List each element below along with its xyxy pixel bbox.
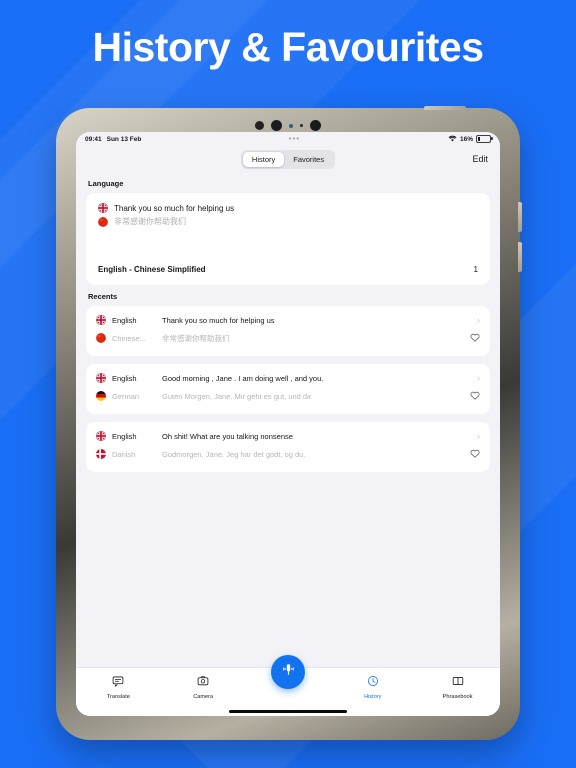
- navigation-bar: History Favorites Edit: [76, 146, 500, 172]
- battery-percent: 16%: [459, 135, 473, 143]
- recent-target-line: Chinese... 非常感谢你帮助我们: [86, 327, 490, 349]
- heart-outline-icon[interactable]: [470, 329, 480, 347]
- volume-down-button[interactable]: [518, 242, 522, 272]
- microphone-fab-button[interactable]: [271, 655, 305, 689]
- language-target-text: 非常感谢你帮助我们: [114, 217, 186, 226]
- microphone-icon: [280, 661, 297, 683]
- tab-history[interactable]: History: [343, 674, 403, 700]
- language-preview: Thank you so much for helping us 非常感谢你帮助…: [86, 193, 490, 256]
- volume-up-button[interactable]: [518, 202, 522, 232]
- flag-uk-icon: [98, 203, 108, 213]
- chat-translate-icon: [112, 674, 124, 692]
- language-target-line: 非常感谢你帮助我们: [98, 216, 478, 227]
- status-bar-right: 16%: [448, 134, 493, 144]
- language-pair-label: English - Chinese Simplified: [98, 265, 206, 274]
- recent-target-lang: German: [112, 391, 140, 401]
- wifi-icon: [448, 135, 457, 144]
- recent-source-line: English Oh shit! What are you talking no…: [86, 429, 490, 443]
- recent-target-lang: Danish: [112, 449, 136, 459]
- sensor-icon: [255, 121, 264, 130]
- status-time: 09:41: [85, 135, 102, 143]
- flag-uk-icon: [96, 373, 106, 383]
- recent-target-line: German Guten Morgen, Jane. Mir geht es g…: [86, 385, 490, 407]
- recent-source-lang: English: [112, 373, 137, 383]
- chevron-right-icon[interactable]: ›: [477, 373, 480, 383]
- segment-history[interactable]: History: [242, 151, 285, 167]
- battery-low-icon: [476, 134, 493, 144]
- sensor-dot-icon: [300, 124, 303, 127]
- tab-camera[interactable]: Camera: [173, 674, 233, 700]
- flag-uk-icon: [96, 315, 106, 325]
- home-indicator[interactable]: [229, 710, 347, 713]
- recent-source-text: Thank you so much for helping us: [162, 315, 275, 325]
- recent-source-lang: English: [112, 431, 137, 441]
- recent-target-text: Godmorgen, Jane. Jeg har det godt, og du…: [162, 449, 306, 459]
- list-item[interactable]: English Thank you so much for helping us…: [86, 306, 490, 356]
- tablet-device-frame: 09:41 Sun 13 Feb ••• 16% History Favorit…: [56, 106, 522, 740]
- camera-icon: [197, 674, 209, 692]
- flag-germany-icon: [96, 391, 106, 401]
- heart-outline-icon[interactable]: [470, 387, 480, 405]
- chevron-right-icon[interactable]: ›: [477, 315, 480, 325]
- recent-target-text: 非常感谢你帮助我们: [162, 333, 230, 343]
- content-scroll-area[interactable]: Language Thank you so much for helping u…: [76, 172, 500, 668]
- language-source-line: Thank you so much for helping us: [98, 203, 478, 213]
- list-item[interactable]: English Good morning , Jane . I am doing…: [86, 364, 490, 414]
- status-bar-left: 09:41 Sun 13 Feb: [85, 136, 141, 143]
- tab-label: Phrasebook: [442, 694, 473, 700]
- language-pair-row[interactable]: English - Chinese Simplified 1: [86, 256, 490, 285]
- segment-favorites[interactable]: Favorites: [284, 152, 333, 167]
- list-item[interactable]: English Oh shit! What are you talking no…: [86, 422, 490, 472]
- recent-source-line: English Good morning , Jane . I am doing…: [86, 371, 490, 385]
- recent-target-lang: Chinese...: [112, 333, 146, 343]
- language-pair-count: 1: [473, 265, 478, 274]
- recent-target-text: Guten Morgen, Jane. Mir geht es gut, und…: [162, 391, 313, 401]
- language-card[interactable]: Thank you so much for helping us 非常感谢你帮助…: [86, 193, 490, 285]
- flag-china-icon: [96, 333, 106, 343]
- flag-uk-icon: [96, 431, 106, 441]
- depth-camera-icon: [310, 120, 321, 131]
- tab-phrasebook[interactable]: Phrasebook: [428, 674, 488, 700]
- chevron-right-icon[interactable]: ›: [477, 431, 480, 441]
- tab-label: Camera: [193, 694, 214, 700]
- sensor-led-icon: [289, 123, 293, 128]
- language-source-text: Thank you so much for helping us: [114, 203, 235, 213]
- bottom-tab-bar: Translate Camera History Phrasebook: [76, 655, 500, 716]
- history-favorites-segmented-control[interactable]: History Favorites: [240, 149, 336, 169]
- recent-source-line: English Thank you so much for helping us…: [86, 313, 490, 327]
- recents-section-title: Recents: [88, 292, 118, 301]
- recent-source-text: Good morning , Jane . I am doing well , …: [162, 373, 324, 383]
- recent-source-text: Oh shit! What are you talking nonsense: [162, 431, 293, 441]
- promo-headline: History & Favourites: [92, 24, 485, 70]
- status-center-indicator: •••: [288, 135, 301, 143]
- recent-source-lang: English: [112, 315, 137, 325]
- tablet-screen: 09:41 Sun 13 Feb ••• 16% History Favorit…: [76, 132, 500, 716]
- flag-denmark-icon: [96, 449, 106, 459]
- power-button[interactable]: [424, 106, 466, 110]
- tab-label: History: [364, 694, 382, 700]
- camera-cluster: [58, 120, 518, 131]
- recent-target-line: Danish Godmorgen, Jane. Jeg har det godt…: [86, 443, 490, 465]
- heart-outline-icon[interactable]: [470, 445, 480, 463]
- status-bar: 09:41 Sun 13 Feb ••• 16%: [76, 132, 500, 146]
- language-section-title: Language: [88, 179, 124, 188]
- tab-translate[interactable]: Translate: [88, 674, 148, 700]
- edit-button[interactable]: Edit: [472, 154, 488, 164]
- status-date: Sun 13 Feb: [106, 135, 142, 143]
- tab-label: Translate: [106, 694, 130, 700]
- front-camera-icon: [271, 120, 282, 131]
- clock-icon: [367, 674, 379, 692]
- flag-china-icon: [98, 216, 108, 227]
- book-open-icon: [452, 674, 464, 692]
